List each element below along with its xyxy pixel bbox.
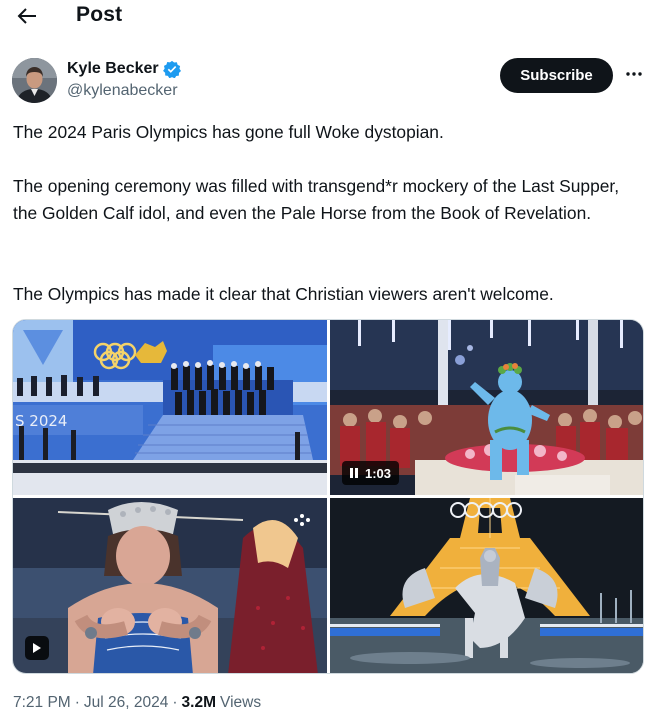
post-paragraph: The Olympics has made it clear that Chri…	[13, 284, 554, 304]
media-video-headdress[interactable]	[13, 498, 327, 673]
media-image-choir[interactable]: S 2024	[13, 320, 327, 495]
back-button[interactable]	[14, 4, 40, 28]
avatar[interactable]	[12, 58, 57, 103]
video-duration: 1:03	[365, 465, 392, 481]
video-play-badge	[25, 636, 49, 660]
page-title: Post	[76, 3, 123, 26]
author-name-row: Kyle Becker	[67, 60, 181, 78]
author-name[interactable]: Kyle Becker	[67, 60, 159, 78]
media-image-eiffel-rider[interactable]	[330, 498, 643, 673]
verified-badge-icon	[162, 60, 181, 78]
post-date[interactable]: Jul 26, 2024	[84, 694, 168, 712]
more-button[interactable]	[622, 62, 646, 86]
more-horizontal-icon	[626, 72, 642, 76]
top-bar: Post	[0, 0, 656, 34]
video-duration-badge: 1:03	[342, 461, 400, 485]
post-paragraph: The opening ceremony was filled with tra…	[13, 176, 620, 223]
play-icon	[33, 643, 41, 653]
views-count: 3.2M	[181, 694, 217, 711]
avatar-photo	[12, 58, 57, 103]
meta-separator: ·	[74, 694, 80, 711]
post-paragraph: The 2024 Paris Olympics has gone full Wo…	[13, 122, 444, 142]
media-grid: S 2024 1:03	[12, 319, 644, 674]
author-handle[interactable]: @kylenabecker	[67, 82, 178, 100]
post-time[interactable]: 7:21 PM	[13, 694, 71, 712]
meta-separator: ·	[172, 694, 178, 711]
views-label: Views	[220, 694, 262, 711]
arrow-left-icon	[17, 8, 36, 24]
media-video-performer[interactable]: 1:03	[330, 320, 643, 495]
post-meta: 7:21 PM · Jul 26, 2024 · 3.2M Views	[13, 694, 261, 712]
pause-icon	[350, 468, 358, 478]
subscribe-button[interactable]: Subscribe	[500, 58, 613, 93]
